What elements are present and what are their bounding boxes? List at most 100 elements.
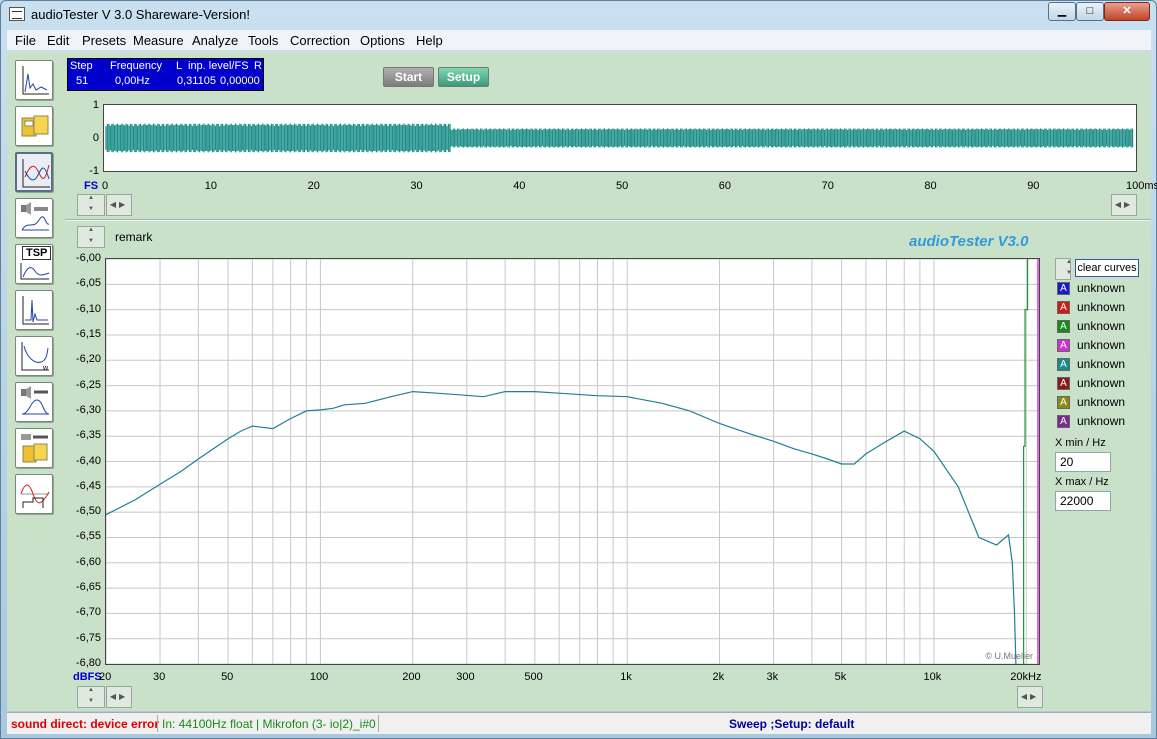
chart-y-tick: -6,15 [75, 327, 101, 340]
chart-y-tick: -6,75 [75, 631, 101, 644]
close-button[interactable]: ✕ [1104, 2, 1150, 21]
distortion-button[interactable]: w [15, 336, 53, 376]
start-button[interactable]: Start [383, 67, 434, 87]
scope-button[interactable] [15, 474, 53, 514]
app-icon [9, 7, 25, 21]
tsp-icon [20, 263, 50, 280]
tsp-button[interactable]: TSP [15, 244, 53, 284]
xmin-label-text: min / Hz [1065, 437, 1106, 449]
menu-correction[interactable]: Correction [290, 33, 350, 48]
impulse-icon [22, 296, 49, 325]
level-header: inp. level/FS [188, 60, 249, 72]
curve-color-swatch[interactable]: A [1057, 396, 1070, 409]
osc-y-tick: 0 [92, 132, 99, 144]
chart-y-tick: -6,10 [75, 302, 101, 315]
series-line-0 [105, 390, 1017, 665]
chart-x-tick: 3k [766, 671, 779, 683]
tape-measure-button[interactable] [15, 428, 53, 468]
osc-x-tick: 10 [204, 180, 218, 192]
legend-label: unknown [1077, 376, 1126, 390]
frequency-value: 0,00Hz [115, 75, 150, 87]
chart-x-tick: 30 [153, 671, 166, 683]
chart-x-zoom-spinner[interactable] [77, 686, 105, 708]
legend-item[interactable]: Aunknown [1057, 337, 1147, 355]
legend-item[interactable]: Aunknown [1057, 413, 1147, 431]
osc-x-tick: 0 [102, 180, 109, 192]
legend-label: unknown [1077, 338, 1126, 352]
osc-y-zoom-spinner[interactable] [77, 194, 105, 216]
chart-y-tick: -6,05 [75, 277, 101, 290]
xmax-label-text: max / Hz [1065, 476, 1109, 488]
xmax-field[interactable] [1055, 491, 1111, 511]
fft-display-button[interactable] [15, 60, 53, 100]
menu-tools[interactable]: Tools [248, 33, 278, 48]
xmin-field[interactable] [1055, 452, 1111, 472]
menu-edit[interactable]: Edit [47, 33, 69, 48]
right-level-value: 0,00000 [220, 75, 260, 87]
legend-item[interactable]: Aunknown [1057, 356, 1147, 374]
menu-options[interactable]: Options [360, 33, 405, 48]
remark-label: remark [115, 230, 153, 244]
legend-label: unknown [1077, 357, 1126, 371]
curve-color-swatch[interactable]: A [1057, 339, 1070, 352]
chart-x-tick: 200 [402, 671, 421, 683]
grid [105, 258, 1039, 665]
curve-color-swatch[interactable]: A [1057, 377, 1070, 390]
menu-presets[interactable]: Presets [82, 33, 126, 48]
maximize-button[interactable]: □ [1076, 2, 1104, 21]
menu-file[interactable]: File [15, 33, 36, 48]
xmin-label: X min / Hz [1055, 437, 1106, 449]
waveform-segment [105, 123, 451, 153]
speaker-response-button[interactable] [15, 382, 53, 422]
curve-color-swatch[interactable]: A [1057, 415, 1070, 428]
tape-recorder-button[interactable] [15, 106, 53, 146]
chart-scroll-right[interactable]: ◀▶ [1017, 686, 1043, 708]
x-icon: X [1055, 476, 1063, 488]
curve-color-swatch[interactable]: A [1057, 358, 1070, 371]
frequency-header: Frequency [110, 60, 162, 72]
menu-measure[interactable]: Measure [133, 33, 184, 48]
speaker-measure-button[interactable] [15, 198, 53, 238]
legend-label: unknown [1077, 395, 1126, 409]
legend-item[interactable]: Aunknown [1057, 280, 1147, 298]
legend-item[interactable]: Aunknown [1057, 375, 1147, 393]
legend-item[interactable]: Aunknown [1057, 318, 1147, 336]
chart-x-tick: 20 [99, 671, 112, 683]
chart-y-tick: -6,40 [75, 454, 101, 467]
tape-measure-icon [21, 434, 48, 463]
chart-x-tick: 10k [923, 671, 942, 683]
frequency-response-button[interactable] [15, 152, 53, 192]
legend-spinner[interactable] [1055, 258, 1072, 280]
separator [65, 219, 1151, 221]
chart-x-tick: 20kHz [1010, 671, 1042, 683]
menu-analyze[interactable]: Analyze [192, 33, 238, 48]
step-value: 51 [76, 75, 89, 87]
curve-color-swatch[interactable]: A [1057, 320, 1070, 333]
setup-button[interactable]: Setup [438, 67, 489, 87]
chart-x-tick: 300 [456, 671, 475, 683]
legend-item[interactable]: Aunknown [1057, 394, 1147, 412]
impulse-button[interactable] [15, 290, 53, 330]
chart-y-zoom-spinner[interactable] [77, 226, 105, 248]
menu-help[interactable]: Help [416, 33, 443, 48]
legend-item[interactable]: Aunknown [1057, 299, 1147, 317]
chart-y-tick: -6,50 [75, 505, 101, 518]
osc-scroll-left[interactable]: ◀▶ [106, 194, 132, 216]
chart-scroll-left[interactable]: ◀▶ [106, 686, 132, 708]
osc-y-tick: -1 [89, 165, 99, 177]
clear-curves-button[interactable]: clear curves [1075, 259, 1139, 277]
osc-x-tick: 50 [616, 180, 629, 192]
osc-x-tick: 40 [513, 180, 526, 192]
status-divider [157, 715, 158, 732]
legend-label: unknown [1077, 414, 1126, 428]
waveform-plot [105, 123, 1134, 153]
measurement-readout: Step Frequency L inp. level/FS R 51 0,00… [67, 58, 264, 91]
curve-color-swatch[interactable]: A [1057, 282, 1070, 295]
curve-color-swatch[interactable]: A [1057, 301, 1070, 314]
status-mode: Sweep ;Setup: default [729, 717, 855, 731]
osc-scroll-right[interactable]: ◀▶ [1111, 194, 1137, 216]
app-window: audioTester V 3.0 Shareware-Version! ▁ □… [0, 0, 1157, 739]
chart-x-tick: 1k [620, 671, 632, 683]
chart-y-tick: -6,65 [75, 581, 101, 594]
minimize-button[interactable]: ▁ [1048, 2, 1076, 21]
